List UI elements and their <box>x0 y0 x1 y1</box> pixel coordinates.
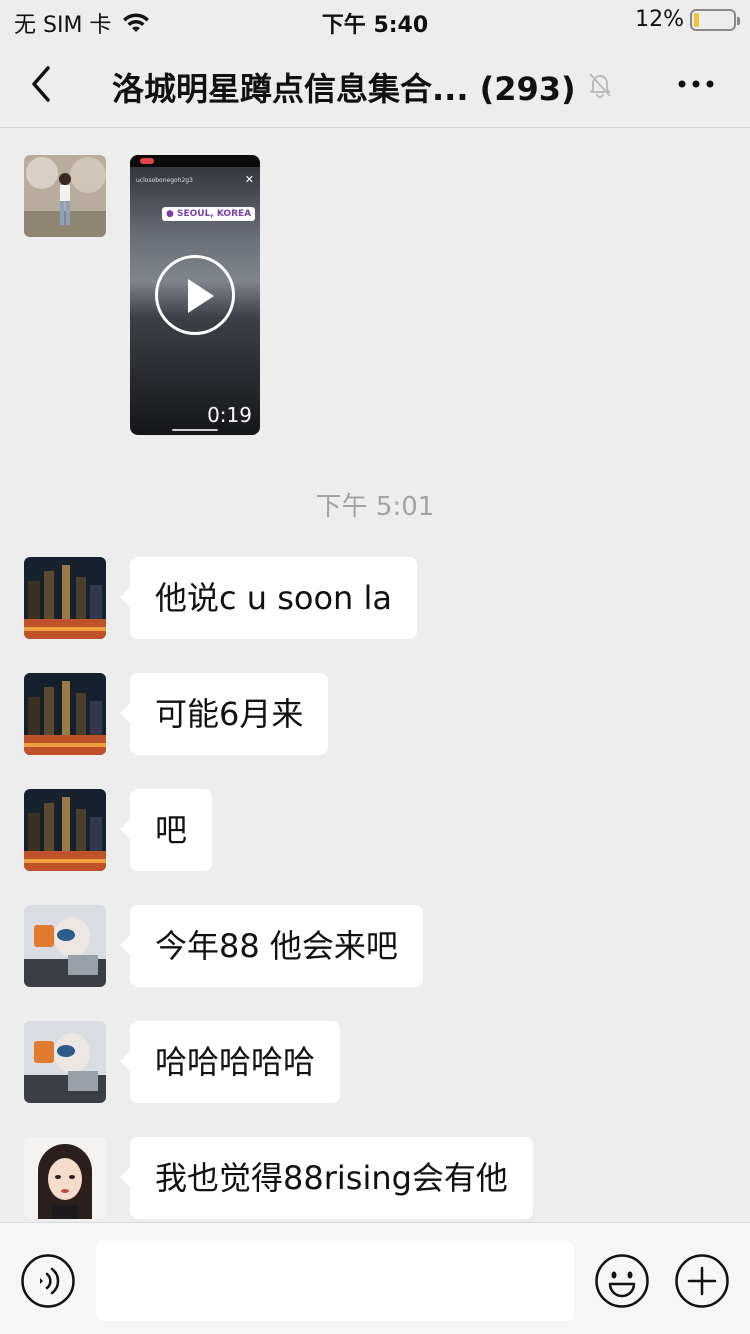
play-icon[interactable] <box>155 255 235 335</box>
message-bubble[interactable]: 他说c u soon la <box>119 557 418 639</box>
message-bubble[interactable]: 今年88 他会来吧 <box>120 905 423 987</box>
message-bubble[interactable]: 哈哈哈哈哈 <box>119 1021 341 1103</box>
video-close-icon: ✕ <box>244 173 254 186</box>
avatar[interactable] <box>24 1021 106 1103</box>
status-bar: 无 SIM 卡 下午 5:40 12% <box>0 0 750 40</box>
avatar[interactable] <box>24 557 106 639</box>
nav-bar: 洛城明星蹲点信息集合... (293) <box>0 40 750 128</box>
plus-circle-icon[interactable] <box>674 1253 730 1309</box>
video-home-indicator <box>172 429 218 431</box>
message-bubble[interactable]: 吧 <box>119 789 213 871</box>
avatar-city-night <box>24 557 106 639</box>
battery-icon <box>690 8 740 31</box>
video-thumbnail[interactable]: uclosobonegoh2g3 ✕ ● SEOUL, KOREA 0:19 <box>130 155 260 435</box>
avatar-illustrated-girl <box>24 1137 106 1219</box>
chevron-left-icon[interactable] <box>24 62 64 106</box>
smiley-icon[interactable] <box>594 1253 650 1309</box>
battery-percent: 12% <box>635 7 684 32</box>
voice-wave-icon[interactable] <box>20 1253 76 1309</box>
avatar-city-night <box>24 789 106 871</box>
chat-title[interactable]: 洛城明星蹲点信息集合... (293) <box>112 64 576 110</box>
input-bar <box>0 1222 750 1334</box>
avatar-outdoor-girl <box>24 155 106 237</box>
message-input[interactable] <box>96 1241 574 1321</box>
message-timestamp: 下午 5:01 <box>315 492 435 522</box>
avatar[interactable] <box>24 1137 106 1219</box>
battery-fill <box>694 12 699 27</box>
avatar[interactable] <box>24 155 106 237</box>
avatar[interactable] <box>24 789 106 871</box>
avatar-girl-car <box>24 905 106 987</box>
video-duration: 0:19 <box>207 403 252 427</box>
avatar[interactable] <box>24 905 106 987</box>
avatar[interactable] <box>24 673 106 755</box>
video-account: uclosobonegoh2g3 <box>136 177 193 184</box>
avatar-city-night <box>24 673 106 755</box>
status-right: 12% <box>635 7 740 32</box>
video-top-bar <box>130 155 260 167</box>
location-tag: ● SEOUL, KOREA <box>162 207 256 221</box>
avatar-girl-car <box>24 1021 106 1103</box>
record-indicator <box>140 158 154 164</box>
bell-slash-icon <box>589 73 611 98</box>
group-name: 洛城明星蹲点信息集合... <box>112 70 469 108</box>
member-count: (293) <box>479 70 576 108</box>
message-bubble[interactable]: 可能6月来 <box>119 673 329 755</box>
message-bubble[interactable]: 我也觉得88rising会有他 <box>120 1137 533 1219</box>
ellipsis-icon[interactable] <box>672 64 720 104</box>
